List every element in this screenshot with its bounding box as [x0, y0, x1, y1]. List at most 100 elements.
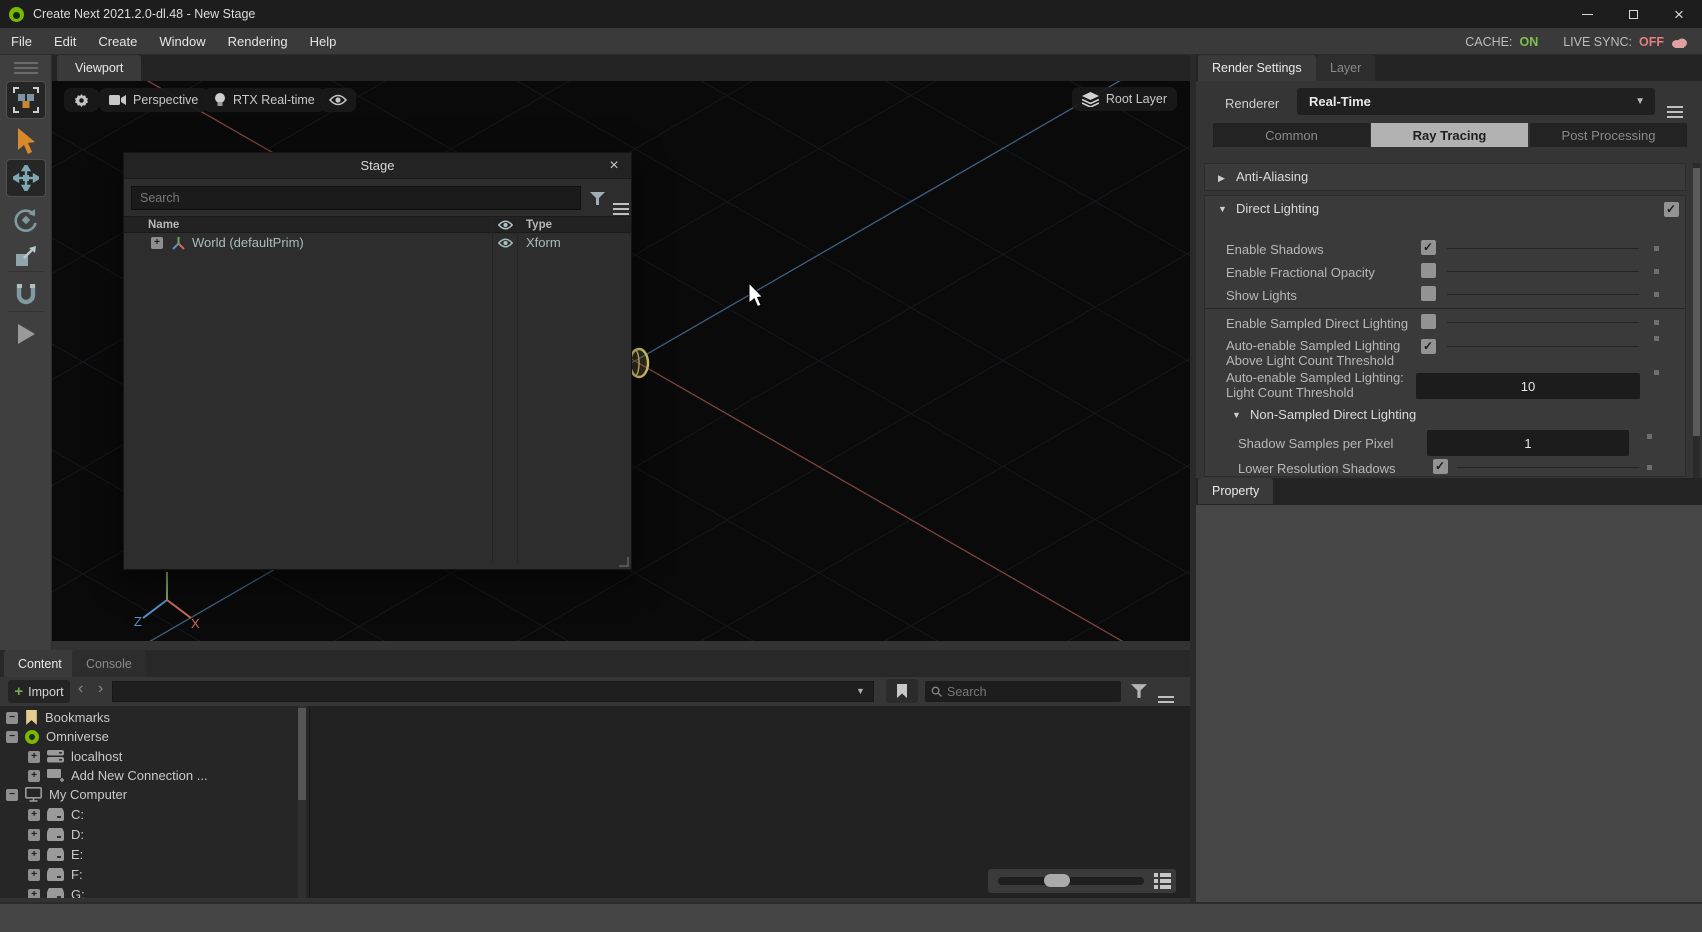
tree-label[interactable]: C: [71, 807, 84, 822]
thumbnail-zoom-slider[interactable] [988, 869, 1176, 893]
section-anti-aliasing[interactable]: Anti-Aliasing [1204, 163, 1686, 191]
tree-item-localhost[interactable]: localhost [28, 747, 122, 766]
render-mode-button[interactable]: RTX Real-time [204, 88, 325, 112]
expand-icon[interactable] [28, 770, 40, 782]
camera-mode-button[interactable]: Perspective [99, 88, 208, 112]
menu-help[interactable]: Help [299, 28, 348, 54]
rotate-tool-button[interactable] [6, 203, 46, 237]
tree-item-drive-d[interactable]: D: [28, 825, 84, 844]
tree-item-add-connection[interactable]: Add New Connection ... [28, 766, 208, 785]
menu-create[interactable]: Create [87, 28, 148, 54]
play-button[interactable] [6, 317, 46, 351]
tree-scrollbar-thumb[interactable] [298, 708, 306, 800]
expand-icon[interactable] [28, 809, 40, 821]
tree-item-omniverse[interactable]: Omniverse [6, 727, 109, 746]
renderer-dropdown[interactable]: Real-Time [1297, 88, 1655, 115]
forward-button[interactable]: › [98, 680, 103, 698]
tree-label[interactable]: F: [71, 867, 83, 882]
tab-property[interactable]: Property [1198, 478, 1273, 504]
tree-item-drive-g[interactable]: G: [28, 885, 85, 898]
renderer-options-icon[interactable] [1667, 111, 1683, 113]
tab-viewport[interactable]: Viewport [57, 55, 141, 81]
maximize-button[interactable] [1610, 0, 1656, 28]
path-dropdown-icon[interactable] [856, 686, 865, 696]
path-input[interactable] [112, 681, 874, 702]
tree-item-drive-f[interactable]: F: [28, 865, 83, 884]
sampled-direct-lighting-checkbox[interactable] [1421, 314, 1436, 329]
select-tool-button[interactable] [6, 125, 46, 159]
slider-line[interactable] [1447, 346, 1639, 347]
menu-file[interactable]: File [0, 28, 43, 54]
tree-label[interactable]: Omniverse [46, 729, 109, 744]
stage-col-name[interactable]: Name [148, 219, 179, 231]
menu-rendering[interactable]: Rendering [217, 28, 299, 54]
direct-lighting-checkbox[interactable] [1664, 202, 1679, 217]
stage-filter-icon[interactable] [590, 192, 605, 205]
stage-options-icon[interactable] [613, 208, 629, 210]
slider-line[interactable] [1457, 467, 1639, 468]
tree-item-my-computer[interactable]: My Computer [6, 785, 127, 804]
stage-resize-handle[interactable] [619, 557, 629, 567]
stage-close-button[interactable] [603, 155, 625, 177]
tree-label[interactable]: localhost [71, 749, 122, 764]
expand-icon[interactable] [28, 849, 40, 861]
tree-label[interactable]: E: [71, 847, 83, 862]
lower-res-denoiser-checkbox[interactable] [1433, 459, 1448, 474]
auto-enable-checkbox[interactable] [1421, 339, 1436, 354]
prim-name[interactable]: World (defaultPrim) [192, 235, 304, 250]
slider-line[interactable] [1447, 248, 1639, 249]
scale-tool-button[interactable] [6, 239, 46, 273]
menu-edit[interactable]: Edit [43, 28, 87, 54]
snap-tool-button[interactable] [6, 277, 46, 311]
content-search-input[interactable] [947, 685, 1097, 699]
tree-item-bookmarks[interactable]: Bookmarks [6, 708, 110, 727]
selection-mode-button[interactable] [6, 81, 46, 119]
light-count-threshold-field[interactable]: 10 [1416, 373, 1640, 399]
content-options-icon[interactable] [1158, 701, 1174, 703]
stage-titlebar[interactable]: Stage [124, 153, 631, 179]
stage-col-type[interactable]: Type [526, 219, 552, 231]
tab-common[interactable]: Common [1213, 123, 1370, 147]
stage-row-world[interactable]: World (defaultPrim) Xform [124, 234, 631, 253]
tree-label[interactable]: My Computer [49, 787, 127, 802]
slider-line[interactable] [1447, 271, 1639, 272]
stage-search-input[interactable] [131, 186, 581, 210]
minimize-button[interactable] [1564, 0, 1610, 28]
content-search[interactable] [925, 681, 1121, 702]
content-filter-icon[interactable] [1131, 684, 1147, 698]
show-lights-checkbox[interactable] [1421, 286, 1436, 301]
tab-console[interactable]: Console [72, 650, 146, 677]
enable-shadows-checkbox[interactable] [1421, 240, 1436, 255]
collapse-icon[interactable] [6, 712, 18, 724]
root-layer-button[interactable]: Root Layer [1072, 87, 1177, 111]
move-tool-button[interactable] [6, 159, 46, 197]
expand-icon[interactable] [28, 829, 40, 841]
shadow-samples-field[interactable]: 1 [1427, 430, 1629, 456]
zoom-slider-handle[interactable] [1044, 874, 1070, 887]
bookmark-button[interactable] [886, 679, 918, 703]
tab-render-settings[interactable]: Render Settings [1198, 55, 1316, 81]
expanded-triangle-icon[interactable] [1218, 204, 1227, 214]
tree-label[interactable]: Bookmarks [45, 710, 110, 725]
slider-line[interactable] [1447, 322, 1639, 323]
stage-col-visibility-icon[interactable] [498, 220, 513, 230]
collapse-icon[interactable] [6, 731, 18, 743]
tab-layer[interactable]: Layer [1316, 55, 1375, 81]
zoom-slider-track[interactable] [998, 877, 1144, 885]
tab-ray-tracing[interactable]: Ray Tracing [1371, 123, 1528, 147]
view-mode-grid-icon[interactable] [1154, 873, 1171, 889]
tree-item-drive-c[interactable]: C: [28, 805, 84, 824]
toolbar-grip-icon[interactable] [14, 62, 38, 77]
close-button[interactable] [1656, 0, 1702, 28]
tree-item-drive-e[interactable]: E: [28, 845, 83, 864]
cloud-icon[interactable] [1671, 36, 1688, 48]
import-button[interactable]: + Import [8, 680, 70, 703]
tree-label[interactable]: Add New Connection ... [71, 768, 208, 783]
tab-post-processing[interactable]: Post Processing [1530, 123, 1687, 147]
menu-window[interactable]: Window [148, 28, 216, 54]
tree-label[interactable]: G: [71, 887, 85, 898]
visibility-menu-button[interactable] [320, 88, 356, 112]
fractional-opacity-checkbox[interactable] [1421, 263, 1436, 278]
expand-icon[interactable] [28, 751, 40, 763]
settings-scrollbar-thumb[interactable] [1693, 168, 1700, 436]
